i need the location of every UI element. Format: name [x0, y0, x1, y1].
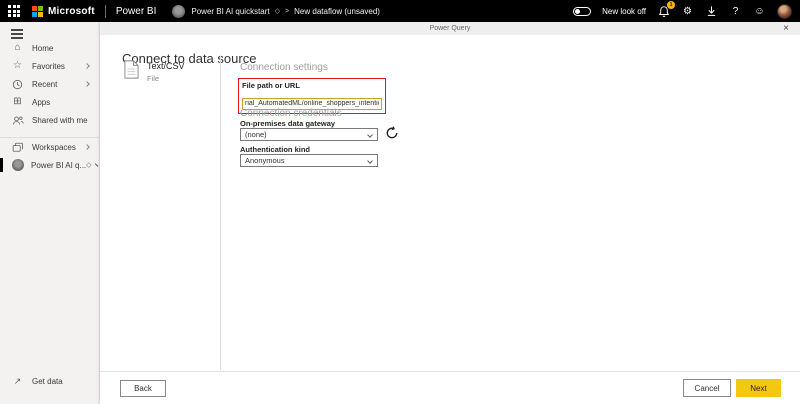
chevron-down-icon — [367, 132, 373, 138]
clock-icon — [11, 79, 24, 90]
connection-credentials-header: Connection credentials — [240, 108, 342, 119]
topbar-divider — [105, 5, 106, 18]
auth-kind-value: Anonymous — [245, 156, 285, 165]
power-query-frame-header: Power Query — [100, 22, 800, 35]
next-button[interactable]: Next — [736, 379, 781, 397]
back-button[interactable]: Back — [120, 380, 166, 397]
auth-kind-dropdown[interactable]: Anonymous — [240, 154, 378, 167]
footer-actions: Cancel Next — [683, 379, 781, 397]
sidebar-item-shared-with-me[interactable]: Shared with me — [0, 111, 99, 129]
people-icon — [11, 115, 24, 126]
settings-gear-icon[interactable]: ⚙ — [681, 5, 694, 18]
dialog-footer: Back Cancel Next — [100, 371, 800, 404]
get-data-button[interactable]: ↗ Get data — [11, 372, 63, 390]
auth-kind-label: Authentication kind — [240, 145, 310, 154]
breadcrumb-separator: > — [285, 8, 289, 15]
connector-name: Text/CSV — [147, 61, 185, 71]
diamond-icon: ◇ — [275, 8, 280, 15]
file-path-label: File path or URL — [242, 81, 382, 90]
sidebar-item-label: Workspaces — [32, 143, 76, 152]
user-avatar[interactable] — [777, 4, 792, 19]
new-look-toggle[interactable] — [573, 7, 591, 16]
gateway-label: On-premises data gateway — [240, 119, 335, 128]
sidebar-item-apps[interactable]: ⊞ Apps — [0, 93, 99, 111]
feedback-smiley-icon[interactable]: ☺ — [753, 5, 766, 18]
gateway-value: (none) — [245, 130, 267, 139]
connection-settings-header: Connection settings — [240, 62, 328, 73]
sidebar-item-label: Power BI AI q... — [31, 161, 86, 170]
apps-icon: ⊞ — [11, 97, 24, 107]
power-bi-app: Microsoft Power BI Power BI AI quickstar… — [0, 0, 800, 404]
workspace-avatar-icon[interactable] — [172, 5, 185, 18]
gateway-dropdown[interactable]: (none) — [240, 128, 378, 141]
connector-type: File — [147, 74, 185, 83]
column-divider — [220, 55, 221, 370]
power-query-label: Power Query — [430, 25, 471, 32]
chevron-right-icon — [84, 63, 90, 69]
workspaces-icon — [11, 142, 24, 153]
help-icon[interactable]: ? — [729, 5, 742, 18]
workspace-avatar-icon — [12, 159, 24, 171]
chevron-right-icon — [84, 81, 90, 87]
sidebar-item-current-workspace[interactable]: Power BI AI q... ◇ — [0, 156, 99, 174]
new-look-label: New look off — [602, 7, 646, 16]
home-icon: ⌂ — [11, 43, 24, 53]
sidebar-nav: ⌂ Home ☆ Favorites Recent ⊞ Apps — [0, 39, 99, 174]
arrow-up-right-icon: ↗ — [11, 377, 24, 386]
notification-badge: 1 — [667, 1, 675, 9]
topbar-right: New look off 1 ⚙ ? ☺ — [573, 4, 792, 19]
breadcrumb-page: New dataflow (unsaved) — [294, 7, 380, 16]
connect-data-source-dialog: Power Query × Connect to data source Tex… — [100, 22, 800, 404]
breadcrumb: Power BI AI quickstart ◇ > New dataflow … — [191, 7, 380, 16]
topbar: Microsoft Power BI Power BI AI quickstar… — [0, 0, 800, 22]
microsoft-wordmark: Microsoft — [48, 6, 95, 17]
powerbi-wordmark: Power BI — [116, 6, 157, 17]
get-data-label: Get data — [32, 377, 63, 386]
sidebar-item-label: Favorites — [32, 62, 65, 71]
close-icon[interactable]: × — [783, 24, 789, 34]
star-icon: ☆ — [11, 61, 24, 71]
selected-indicator — [0, 158, 3, 172]
download-icon[interactable] — [705, 5, 718, 18]
cancel-button[interactable]: Cancel — [683, 379, 731, 397]
refresh-icon[interactable] — [385, 126, 399, 140]
sidebar-item-label: Shared with me — [32, 116, 88, 125]
sidebar-item-label: Home — [32, 44, 53, 53]
connector-item-text-csv[interactable]: Text/CSV File — [124, 60, 185, 83]
chevron-right-icon — [84, 144, 90, 150]
sidebar-item-favorites[interactable]: ☆ Favorites — [0, 57, 99, 75]
sidebar-item-label: Apps — [32, 98, 50, 107]
connector-text: Text/CSV File — [147, 60, 185, 83]
topbar-left: Microsoft Power BI Power BI AI quickstar… — [8, 5, 380, 18]
sidebar-item-recent[interactable]: Recent — [0, 75, 99, 93]
sidebar-item-workspaces[interactable]: Workspaces — [0, 138, 99, 156]
microsoft-logo-icon — [32, 6, 43, 17]
sidebar-item-label: Recent — [32, 80, 57, 89]
chevron-down-icon — [94, 163, 98, 167]
sidebar-item-home[interactable]: ⌂ Home — [0, 39, 99, 57]
file-document-icon — [124, 60, 139, 79]
diamond-icon: ◇ — [86, 162, 91, 169]
chevron-down-icon — [367, 158, 373, 164]
app-launcher-icon[interactable] — [8, 5, 20, 17]
sidebar: ⌂ Home ☆ Favorites Recent ⊞ Apps — [0, 22, 100, 404]
breadcrumb-workspace[interactable]: Power BI AI quickstart — [191, 7, 269, 16]
notifications-bell-icon[interactable]: 1 — [657, 5, 670, 18]
